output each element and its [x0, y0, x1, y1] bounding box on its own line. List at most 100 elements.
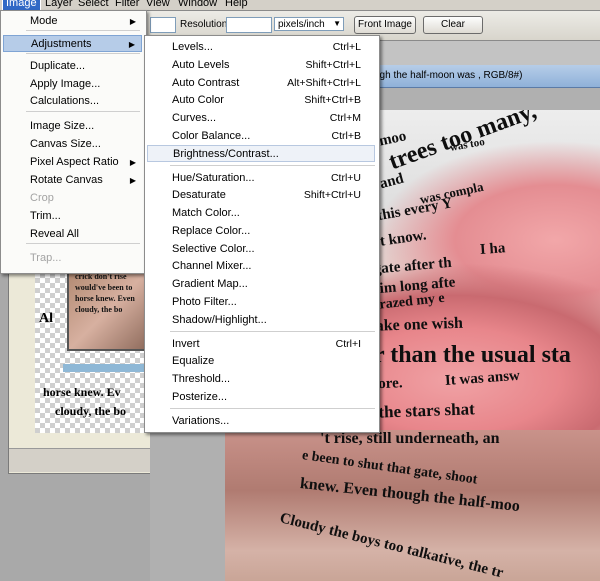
bg-text-line-1: horse knew. Ev	[43, 385, 121, 399]
menu-item-label: Adjustments	[31, 38, 92, 50]
image-menu-item-apply-image[interactable]: Apply Image...	[3, 76, 142, 93]
bg-text-line-2: cloudy, the bo	[55, 404, 127, 418]
resolution-label: Resolution:	[180, 19, 231, 30]
image-menu-item-rotate-canvas[interactable]: Rotate Canvas ▶	[3, 172, 142, 189]
menu-item-label: Apply Image...	[30, 78, 101, 90]
bg-text-al: Al	[39, 311, 53, 326]
submenu-arrow-icon: ▶	[129, 176, 136, 185]
adjust-menu-item-replace-color[interactable]: Replace Color...	[147, 223, 375, 240]
adjust-menu-item-equalize[interactable]: Equalize	[147, 353, 375, 370]
image-menu-item-adjustments[interactable]: Adjustments ▶	[3, 35, 142, 52]
image-menu-item-trap: Trap...	[3, 250, 142, 267]
chevron-down-icon: ▼	[333, 19, 341, 28]
menu-layer[interactable]: Layer	[42, 0, 76, 10]
menu-item-label: Mode	[30, 15, 58, 27]
adjust-menu-item-desaturate[interactable]: Desaturate Shift+Ctrl+U	[147, 187, 375, 204]
menu-separator	[26, 53, 140, 54]
resolution-input[interactable]	[226, 17, 272, 33]
thumb-line-2: would've been to	[75, 283, 133, 292]
adjust-menu-item-color-balance[interactable]: Color Balance... Ctrl+B	[147, 128, 375, 145]
adjust-menu-item-invert[interactable]: Invert Ctrl+I	[147, 336, 375, 353]
image-menu-item-image-size[interactable]: Image Size...	[3, 118, 142, 135]
menu-item-shortcut: Shift+Ctrl+L	[305, 59, 361, 71]
menu-item-label: Auto Levels	[172, 59, 230, 71]
image-menu: Mode ▶ Adjustments ▶ Duplicate... Apply Image…	[0, 10, 147, 274]
image-menu-item-canvas-size[interactable]: Canvas Size...	[3, 136, 142, 153]
menu-help[interactable]: Help	[222, 0, 251, 10]
adjustments-submenu: Levels... Ctrl+L Auto Levels Shift+Ctrl+L Au…	[144, 35, 380, 433]
menu-separator	[170, 165, 375, 166]
menu-item-label: Image Size...	[30, 120, 95, 132]
menu-window[interactable]: Window	[175, 0, 220, 10]
adjust-menu-item-variations[interactable]: Variations...	[147, 413, 375, 430]
clear-button[interactable]: Clear	[423, 16, 483, 34]
resolution-unit-select[interactable]: pixels/inch ▼	[274, 17, 344, 31]
adjust-menu-item-gradient-map[interactable]: Gradient Map...	[147, 276, 375, 293]
menu-item-label: Duplicate...	[30, 60, 86, 72]
menu-item-shortcut: Alt+Shift+Ctrl+L	[287, 77, 361, 89]
adjust-menu-item-levels[interactable]: Levels... Ctrl+L	[147, 39, 375, 56]
submenu-arrow-icon: ▶	[129, 158, 136, 167]
canvas-text-line: trees too many,	[385, 110, 540, 176]
menu-separator	[26, 243, 140, 244]
adjust-menu-item-shadow-highlight[interactable]: Shadow/Highlight...	[147, 312, 375, 329]
document-title: ugh the half-moon was , RGB/8#)	[374, 70, 523, 81]
menu-item-label: Curves...	[172, 112, 217, 124]
menu-item-shortcut: Shift+Ctrl+U	[303, 189, 361, 201]
menu-item-label: Hue/Saturation...	[172, 172, 255, 184]
front-image-button[interactable]: Front Image	[354, 16, 416, 34]
adjust-menu-item-posterize[interactable]: Posterize...	[147, 389, 375, 406]
menu-select[interactable]: Select	[75, 0, 112, 10]
menu-separator	[170, 331, 375, 332]
adjust-menu-item-brightness-contrast[interactable]: Brightness/Contrast...	[147, 145, 375, 162]
adjust-menu-item-match-color[interactable]: Match Color...	[147, 205, 375, 222]
adjust-menu-item-hue-saturation[interactable]: Hue/Saturation... Ctrl+U	[147, 170, 375, 187]
menu-item-label: Photo Filter...	[172, 296, 237, 308]
thumbnail-image: crick don't rise would've been to horse …	[67, 269, 151, 351]
menu-item-label: Selective Color...	[172, 243, 255, 255]
menu-item-label: Invert	[172, 338, 200, 350]
menu-item-label: Match Color...	[172, 207, 240, 219]
menu-item-label: Auto Color	[172, 94, 224, 106]
image-menu-item-pixel-aspect-ratio[interactable]: Pixel Aspect Ratio ▶	[3, 154, 142, 171]
canvas-text-line: I ha	[479, 240, 506, 258]
adjust-menu-item-selective-color[interactable]: Selective Color...	[147, 241, 375, 258]
adjust-menu-item-channel-mixer[interactable]: Channel Mixer...	[147, 258, 375, 275]
menu-item-label: Levels...	[172, 41, 213, 53]
image-menu-item-reveal-all[interactable]: Reveal All	[3, 226, 142, 243]
image-menu-item-crop: Crop	[3, 190, 142, 207]
image-menu-item-calculations[interactable]: Calculations...	[3, 93, 142, 110]
thumb-line-3: horse knew. Even	[75, 294, 135, 303]
height-field[interactable]	[150, 17, 176, 33]
menu-item-label: Variations...	[172, 415, 230, 427]
adjust-menu-item-threshold[interactable]: Threshold...	[147, 371, 375, 388]
thumb-line-4: cloudy, the bo	[75, 305, 123, 314]
menu-item-label: Threshold...	[172, 373, 231, 385]
menu-item-label: Channel Mixer...	[172, 260, 252, 272]
adjust-menu-item-auto-contrast[interactable]: Auto Contrast Alt+Shift+Ctrl+L	[147, 75, 375, 92]
menu-item-label: Auto Contrast	[172, 77, 240, 89]
adjust-menu-item-photo-filter[interactable]: Photo Filter...	[147, 294, 375, 311]
submenu-arrow-icon: ▶	[128, 40, 135, 49]
adjust-menu-item-auto-levels[interactable]: Auto Levels Shift+Ctrl+L	[147, 57, 375, 74]
menu-item-label: Canvas Size...	[30, 138, 101, 150]
menu-view[interactable]: View	[143, 0, 173, 10]
menu-item-label: Desaturate	[172, 189, 226, 201]
menu-item-label: Gradient Map...	[172, 278, 248, 290]
menu-filter[interactable]: Filter	[112, 0, 142, 10]
image-menu-item-trim[interactable]: Trim...	[3, 208, 142, 225]
menu-item-label: Rotate Canvas	[30, 174, 103, 186]
menu-item-label: Trim...	[30, 210, 61, 222]
image-menu-item-mode[interactable]: Mode ▶	[3, 13, 142, 30]
image-menu-item-duplicate[interactable]: Duplicate...	[3, 58, 142, 75]
menu-item-label: Posterize...	[172, 391, 228, 403]
adjust-menu-item-curves[interactable]: Curves... Ctrl+M	[147, 110, 375, 127]
submenu-arrow-icon: ▶	[129, 17, 136, 26]
resolution-unit-value: pixels/inch	[278, 19, 325, 30]
menu-item-label: Color Balance...	[172, 130, 251, 142]
adjust-menu-item-auto-color[interactable]: Auto Color Shift+Ctrl+B	[147, 92, 375, 109]
menu-item-shortcut: Ctrl+U	[330, 172, 361, 184]
menu-separator	[26, 30, 140, 31]
menu-item-label: Pixel Aspect Ratio	[30, 156, 119, 168]
menu-item-shortcut: Ctrl+B	[331, 130, 361, 142]
